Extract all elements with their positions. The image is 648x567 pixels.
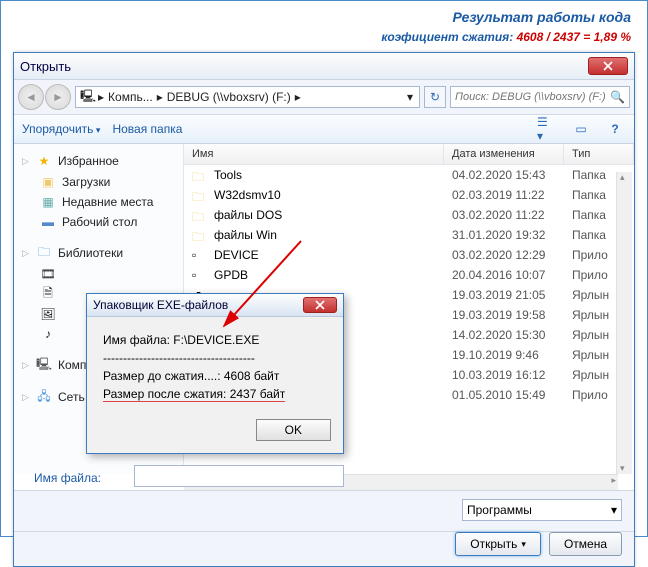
msgbox-close-button[interactable]	[303, 297, 337, 313]
view-menu-icon[interactable]: ☰ ▾	[536, 119, 558, 139]
column-date[interactable]: Дата изменения	[444, 144, 564, 164]
filename-label: Имя файла:	[34, 471, 101, 485]
back-button[interactable]: ◄	[18, 84, 44, 110]
star-icon: ★	[36, 153, 52, 169]
filename-input[interactable]	[134, 465, 344, 487]
dialog-title: Открыть	[20, 59, 588, 74]
new-folder-button[interactable]: Новая папка	[112, 122, 182, 136]
result-caption: Результат работы кода	[1, 1, 647, 29]
cancel-button[interactable]: Отмена	[549, 532, 622, 556]
title-bar: Открыть	[14, 53, 634, 80]
recent-icon: ▦	[40, 194, 56, 210]
computer-icon: 🖳	[36, 357, 52, 373]
forward-button[interactable]: ►	[45, 84, 71, 110]
toolbar: Упорядочить Новая папка ☰ ▾ ▭ ?	[14, 115, 634, 144]
sidebar-favorites[interactable]: ▷★Избранное	[18, 150, 179, 172]
exe-icon: ▫	[192, 268, 208, 282]
file-row[interactable]: ▫GPDB20.04.2016 10:07Прило	[184, 265, 634, 285]
refresh-button[interactable]: ↻	[424, 86, 446, 108]
folder-icon: 🗀	[192, 228, 208, 242]
sidebar-item-recent[interactable]: ▦Недавние места	[18, 192, 179, 212]
network-icon: 🖧	[36, 389, 52, 405]
breadcrumb[interactable]: 🖳 ▸ Компь... ▸ DEBUG (\\vboxsrv) (F:) ▸ …	[75, 86, 420, 108]
sidebar-lib-video[interactable]: 🎞	[18, 264, 179, 284]
video-icon: 🎞	[40, 266, 56, 282]
file-row[interactable]: 🗀файлы Win31.01.2020 19:32Папка	[184, 225, 634, 245]
column-type[interactable]: Тип	[564, 144, 634, 164]
file-row[interactable]: ▫DEVICE03.02.2020 12:29Прило	[184, 245, 634, 265]
open-button[interactable]: Открыть▾	[455, 532, 541, 556]
close-button[interactable]	[588, 57, 628, 75]
folder-icon: 🗀	[192, 168, 208, 182]
preview-pane-icon[interactable]: ▭	[570, 119, 592, 139]
folder-icon: ▣	[40, 174, 56, 190]
sidebar-libraries[interactable]: ▷🗀Библиотеки	[18, 242, 179, 264]
music-icon: ♪	[40, 326, 56, 342]
computer-icon: 🖳	[80, 89, 96, 105]
picture-icon: 🖼	[40, 306, 56, 322]
msgbox-title: Упаковщик EXE-файлов	[93, 298, 303, 312]
file-row[interactable]: 🗀файлы DOS03.02.2020 11:22Папка	[184, 205, 634, 225]
exe-icon: ▫	[192, 248, 208, 262]
organize-menu[interactable]: Упорядочить	[22, 122, 100, 136]
desktop-icon: ▬	[40, 214, 56, 230]
file-row[interactable]: 🗀W32dsmv1002.03.2019 11:22Папка	[184, 185, 634, 205]
ratio-caption: коэфициент сжатия: 4608 / 2437 = 1,89 %	[1, 29, 647, 52]
message-box: Упаковщик EXE-файлов Имя файла: F:\DEVIC…	[86, 293, 344, 454]
search-input[interactable]: 🔍	[450, 86, 630, 108]
column-name[interactable]: Имя	[184, 144, 444, 164]
help-icon[interactable]: ?	[604, 119, 626, 139]
nav-bar: ◄ ► 🖳 ▸ Компь... ▸ DEBUG (\\vboxsrv) (F:…	[14, 80, 634, 115]
msgbox-ok-button[interactable]: OK	[256, 419, 331, 441]
file-row[interactable]: 🗀Tools04.02.2020 15:43Папка	[184, 165, 634, 185]
bottom-bar: Имя файла: Программы▾	[14, 490, 634, 531]
sidebar-item-desktop[interactable]: ▬Рабочий стол	[18, 212, 179, 232]
file-type-filter[interactable]: Программы▾	[462, 499, 622, 521]
sidebar-item-downloads[interactable]: ▣Загрузки	[18, 172, 179, 192]
folder-icon: 🗀	[192, 208, 208, 222]
document-icon: 🗎	[40, 286, 56, 302]
vertical-scrollbar[interactable]	[616, 172, 632, 474]
search-icon: 🔍	[610, 90, 625, 104]
msgbox-body: Имя файла: F:\DEVICE.EXE ---------------…	[87, 317, 343, 411]
folder-icon: 🗀	[192, 188, 208, 202]
library-icon: 🗀	[36, 245, 52, 261]
